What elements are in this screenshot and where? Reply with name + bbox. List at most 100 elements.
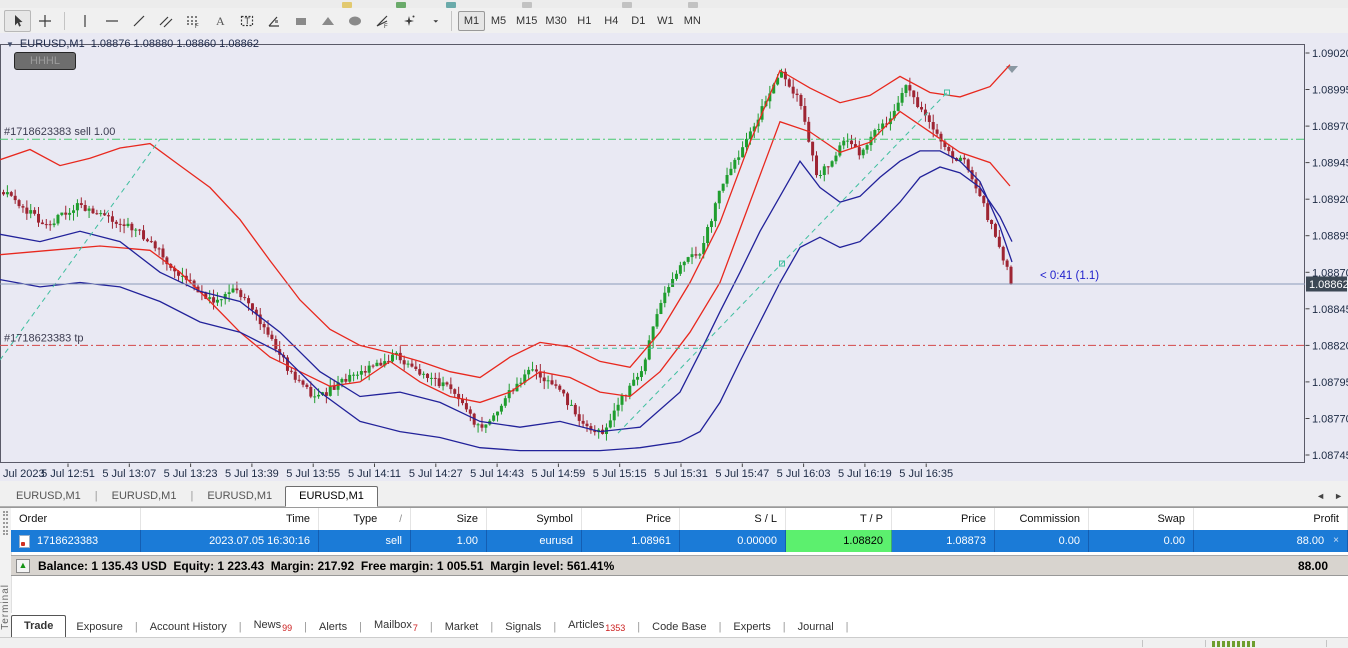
- status-divider: [1326, 640, 1327, 647]
- column-header-profit[interactable]: Profit: [1194, 508, 1348, 530]
- order-cell-order[interactable]: 1718623383: [11, 530, 141, 552]
- timeframe-m30-button[interactable]: M30: [541, 11, 570, 31]
- terminal-tab-news[interactable]: News99: [244, 615, 303, 638]
- timeframe-m15-button[interactable]: M15: [512, 11, 541, 31]
- metatrader-window: F A T F M1 M5 M15 M30 H1 H4 D1 W1 MN #1718623383 se…: [0, 0, 1348, 648]
- tab-label: Alerts: [318, 621, 348, 633]
- timeframe-m1-button[interactable]: M1: [458, 10, 485, 31]
- price-axis[interactable]: 1.09020 1.08995 1.08970 1.08945 1.08920 1.088…: [1305, 48, 1348, 462]
- terminal-tab-signals[interactable]: Signals: [495, 617, 551, 638]
- timeframe-w1-button[interactable]: W1: [652, 11, 679, 31]
- column-header-swap[interactable]: Swap: [1089, 508, 1194, 530]
- tool-angle-button[interactable]: [260, 10, 287, 32]
- column-header-time[interactable]: Time: [141, 508, 319, 530]
- scroll-left-icon[interactable]: ◄: [1316, 491, 1325, 501]
- timeframe-mn-button[interactable]: MN: [679, 11, 706, 31]
- terminal-tab-mailbox[interactable]: Mailbox7: [364, 615, 428, 638]
- column-header-price[interactable]: Price: [582, 508, 680, 530]
- time-axis[interactable]: Jul 20235 Jul 12:51 5 Jul 13:07 5 Jul 13:2…: [3, 463, 953, 481]
- tool-crosshair-button[interactable]: [31, 10, 58, 32]
- vertical-line-icon: [77, 13, 93, 29]
- chart-tab-bar: EURUSD,M1 | EURUSD,M1 | EURUSD,M1 EURUSD,M1 ◄…: [0, 481, 1348, 507]
- order-cell-price[interactable]: 1.08961: [582, 530, 680, 552]
- tool-trendline-button[interactable]: [125, 10, 152, 32]
- order-row[interactable]: 1718623383 2023.07.05 16:30:16 sell 1.00 eur…: [11, 530, 1348, 552]
- terminal-tab-code-base[interactable]: Code Base: [642, 617, 716, 638]
- column-header-size[interactable]: Size: [411, 508, 487, 530]
- order-cell-price_current[interactable]: 1.08873: [892, 530, 995, 552]
- account-status-icon: ▲: [16, 558, 30, 573]
- order-cell-commission[interactable]: 0.00: [995, 530, 1089, 552]
- order-cell-sl[interactable]: 0.00000: [680, 530, 786, 552]
- timeframe-d1-button[interactable]: D1: [625, 11, 652, 31]
- terminal-tab-articles[interactable]: Articles1353: [558, 615, 635, 638]
- scroll-right-icon[interactable]: ►: [1334, 491, 1343, 501]
- order-cell-profit[interactable]: 88.00 ×: [1194, 530, 1348, 552]
- tool-fibonacci-button[interactable]: F: [179, 10, 206, 32]
- chart-symbol-label: EURUSD,M1: [19, 38, 85, 50]
- sell-order-icon: [19, 534, 30, 548]
- timeframe-m5-button[interactable]: M5: [485, 11, 512, 31]
- terminal-tab-exposure[interactable]: Exposure: [66, 617, 132, 638]
- column-header-price[interactable]: Price: [892, 508, 995, 530]
- timeframe-h1-button[interactable]: H1: [571, 11, 598, 31]
- terminal-tab-account-history[interactable]: Account History: [140, 617, 237, 638]
- chart-tab-1[interactable]: EURUSD,M1: [3, 487, 94, 506]
- panel-grip[interactable]: [3, 511, 8, 535]
- order-cell-symbol[interactable]: eurusd: [487, 530, 582, 552]
- chart-window[interactable]: #1718623383 sell 1.00 #1718623383 tp < 0:4…: [0, 33, 1348, 481]
- order-cell-size[interactable]: 1.00: [411, 530, 487, 552]
- order-cell-order-value: 1718623383: [37, 535, 99, 547]
- terminal-tab-journal[interactable]: Journal: [788, 617, 844, 638]
- tool-horizontal-line-button[interactable]: [98, 10, 125, 32]
- terminal-tab-market[interactable]: Market: [435, 617, 489, 638]
- tool-arrow-styles-button[interactable]: [395, 10, 422, 32]
- terminal-tab-trade[interactable]: Trade: [11, 615, 67, 639]
- close-position-icon[interactable]: ×: [1333, 530, 1339, 552]
- column-header-commission[interactable]: Commission: [995, 508, 1089, 530]
- order-cell-symbol-value: eurusd: [539, 535, 573, 547]
- svg-text:1.08862: 1.08862: [1309, 279, 1348, 291]
- svg-text:5 Jul 16:19: 5 Jul 16:19: [838, 468, 892, 480]
- rectangle-icon: [293, 13, 309, 29]
- terminal-tab-experts[interactable]: Experts: [723, 617, 780, 638]
- tool-cursor-button[interactable]: [4, 9, 31, 32]
- chart-tab-4[interactable]: EURUSD,M1: [285, 486, 378, 507]
- column-header-order[interactable]: Order: [11, 508, 141, 530]
- order-cell-size-value: 1.00: [456, 535, 478, 547]
- total-profit: 88.00: [1297, 558, 1328, 573]
- indicator-ma-slow: [0, 166, 1013, 452]
- column-header-sl[interactable]: S / L: [680, 508, 786, 530]
- terminal-panel: Terminal Order Time Type / Size Symbol Price S …: [0, 507, 1348, 639]
- price-chart[interactable]: #1718623383 sell 1.00 #1718623383 tp < 0:4…: [0, 33, 1348, 481]
- tab-label: Mailbox: [373, 618, 412, 631]
- order-cell-type[interactable]: sell: [319, 530, 411, 552]
- svg-text:1.08995: 1.08995: [1312, 85, 1348, 97]
- terminal-tab-alerts[interactable]: Alerts: [309, 617, 357, 638]
- tool-vertical-line-button[interactable]: [71, 10, 98, 32]
- column-header-tp[interactable]: T / P: [786, 508, 892, 530]
- tool-text-button[interactable]: A: [206, 10, 233, 32]
- balance-summary: Balance: 1 135.43 USD Equity: 1 223.43 M…: [38, 558, 615, 573]
- trendlines-layer[interactable]: [0, 89, 950, 434]
- column-header-symbol[interactable]: Symbol: [487, 508, 582, 530]
- chart-collapse-icon[interactable]: ▼: [6, 40, 14, 49]
- tool-channel-button[interactable]: [152, 10, 179, 32]
- order-cell-time[interactable]: 2023.07.05 16:30:16: [141, 530, 319, 552]
- hhhl-indicator-button[interactable]: HHHL: [14, 52, 76, 70]
- tool-triangle-button[interactable]: [314, 10, 341, 32]
- chart-tab-2[interactable]: EURUSD,M1: [99, 487, 190, 506]
- order-cell-tp[interactable]: 1.08820: [786, 530, 892, 552]
- tool-arrow-dropdown-button[interactable]: [422, 10, 449, 32]
- svg-text:5 Jul 16:35: 5 Jul 16:35: [899, 468, 953, 480]
- tool-ellipse-button[interactable]: [341, 10, 368, 32]
- order-cell-swap[interactable]: 0.00: [1089, 530, 1194, 552]
- timeframe-h4-button[interactable]: H4: [598, 11, 625, 31]
- column-header-type[interactable]: Type /: [319, 508, 411, 530]
- chart-ohlc-values: 1.08876 1.08880 1.08860 1.08862: [90, 38, 259, 50]
- svg-text:5 Jul 13:39: 5 Jul 13:39: [225, 468, 279, 480]
- tool-rectangle-button[interactable]: [287, 10, 314, 32]
- tool-fibo-channel-button[interactable]: F: [368, 10, 395, 32]
- chart-tab-3[interactable]: EURUSD,M1: [194, 487, 285, 506]
- tool-text-label-button[interactable]: T: [233, 10, 260, 32]
